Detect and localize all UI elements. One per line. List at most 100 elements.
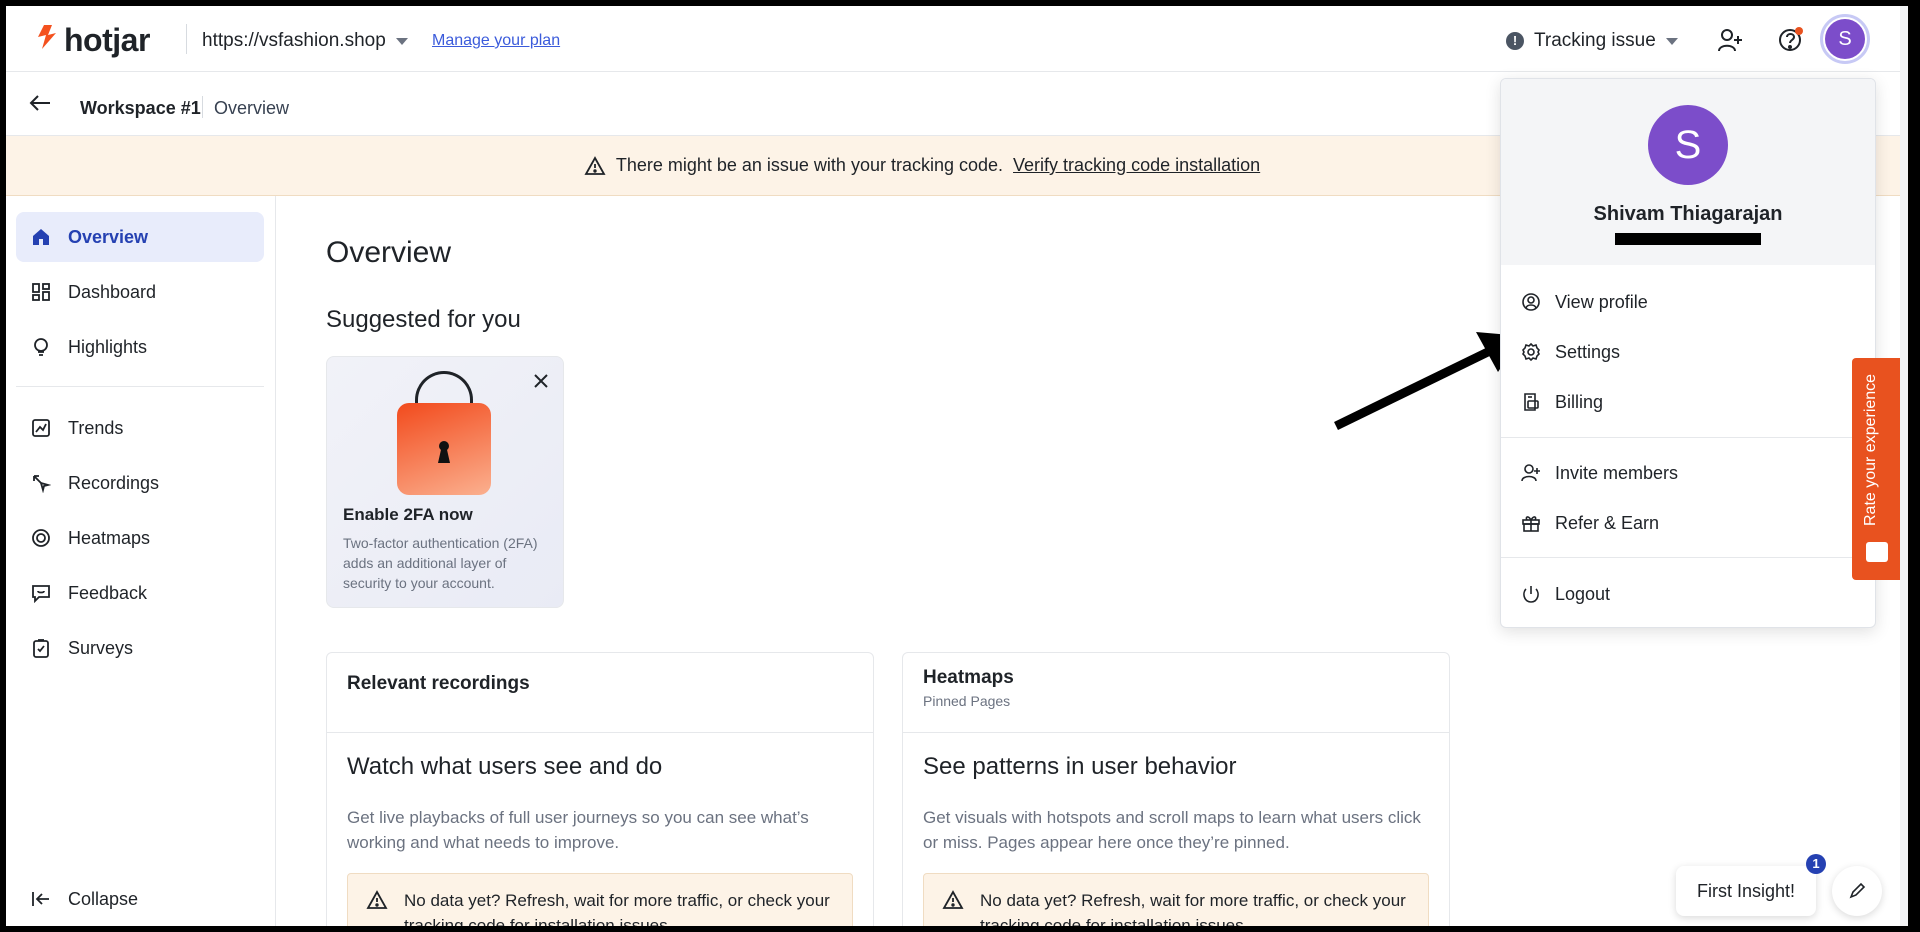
profile-menu: S Shivam Thiagarajan View profile Settin… <box>1500 78 1876 628</box>
warning-triangle-icon <box>584 155 606 175</box>
app-window: hotjar https://vsfashion.shop Manage you… <box>6 6 1908 926</box>
main-content: Overview Suggested for you Enable 2FA no… <box>276 196 1506 926</box>
collapse-button[interactable]: Collapse <box>16 874 264 924</box>
rate-experience-tab[interactable]: Rate your experience <box>1852 358 1900 580</box>
header-divider <box>186 24 187 54</box>
site-selector[interactable]: https://vsfashion.shop <box>202 30 408 52</box>
panel-title: Heatmaps <box>923 667 1014 688</box>
sidebar-item-dashboard[interactable]: Dashboard <box>16 267 264 317</box>
warning-triangle-icon <box>366 890 388 917</box>
annotation-arrow <box>1334 332 1522 431</box>
sidebar-item-trends[interactable]: Trends <box>16 403 264 453</box>
no-data-alert: No data yet? Refresh, wait for more traf… <box>347 873 853 926</box>
chevron-down-icon <box>395 37 408 45</box>
menu-item-logout[interactable]: Logout <box>1521 579 1610 609</box>
warning-triangle-icon <box>942 890 964 917</box>
tracking-status: Tracking issue <box>1534 30 1656 51</box>
sidebar-item-recordings[interactable]: Recordings <box>16 458 264 508</box>
menu-item-label: Invite members <box>1555 462 1679 483</box>
back-arrow-icon[interactable] <box>28 92 52 120</box>
enable-2fa-card[interactable]: Enable 2FA now Two-factor authentication… <box>326 356 564 608</box>
no-data-alert: No data yet? Refresh, wait for more traf… <box>923 873 1429 926</box>
sidebar-item-heatmaps[interactable]: Heatmaps <box>16 513 264 563</box>
tracking-issue-dropdown[interactable]: ! Tracking issue <box>1506 30 1678 52</box>
menu-item-refer-earn[interactable]: Refer & Earn <box>1521 508 1659 538</box>
page-title: Overview <box>326 236 452 269</box>
hotjar-logo[interactable]: hotjar <box>36 22 150 59</box>
banner-message: There might be an issue with your tracki… <box>615 155 1004 175</box>
alert-circle-icon: ! <box>1506 32 1524 50</box>
logo-text: hotjar <box>64 22 150 58</box>
surveys-icon <box>30 637 52 659</box>
invite-user-button[interactable] <box>1716 26 1744 54</box>
first-insight-button[interactable]: First Insight! <box>1676 866 1816 916</box>
panel-title: Relevant recordings <box>347 673 530 694</box>
panel-headline: Watch what users see and do <box>347 753 663 780</box>
sidebar-item-label: Heatmaps <box>68 527 151 548</box>
sidebar-item-highlights[interactable]: Highlights <box>16 322 264 372</box>
collapse-icon <box>30 888 52 910</box>
home-icon <box>30 226 52 248</box>
profile-name: Shivam Thiagarajan <box>1593 203 1783 225</box>
menu-item-view-profile[interactable]: View profile <box>1521 287 1648 317</box>
sidebar-item-label: Trends <box>68 417 124 438</box>
edit-button[interactable] <box>1832 866 1882 916</box>
sidebar-item-label: Recordings <box>68 472 160 493</box>
top-bar: hotjar https://vsfashion.shop Manage you… <box>6 6 1908 72</box>
sidebar: Overview Dashboard Highlights Trends Rec… <box>6 196 276 926</box>
profile-avatar-button[interactable]: S <box>1820 14 1870 64</box>
gear-icon <box>1522 342 1540 362</box>
sidebar-item-surveys[interactable]: Surveys <box>16 623 264 673</box>
lightbulb-icon <box>30 336 52 358</box>
avatar-initial: S <box>1825 19 1865 59</box>
notification-badge: 1 <box>1806 854 1826 874</box>
sidebar-item-label: Highlights <box>68 336 148 357</box>
gift-icon <box>1522 516 1540 532</box>
breadcrumb-page: Overview <box>214 98 290 118</box>
first-insight-label: First Insight! <box>1696 880 1796 901</box>
redacted-email <box>1615 233 1761 245</box>
invite-user-icon <box>1521 464 1540 482</box>
chevron-down-icon <box>1665 37 1678 45</box>
panel-text: Get live playbacks of full user journeys… <box>347 808 809 852</box>
menu-item-label: Refer & Earn <box>1555 512 1660 533</box>
hotjar-flame-icon <box>36 23 58 59</box>
dashboard-icon <box>30 281 52 303</box>
feedback-icon <box>30 582 52 604</box>
sidebar-item-label: Overview <box>68 226 149 247</box>
pencil-icon <box>1849 882 1866 899</box>
panel-subtitle: Pinned Pages <box>923 693 1011 709</box>
alert-text: No data yet? Refresh, wait for more traf… <box>404 891 830 926</box>
site-url: https://vsfashion.shop <box>202 30 386 51</box>
menu-item-label: Billing <box>1555 391 1604 412</box>
menu-item-label: Settings <box>1555 341 1621 362</box>
menu-item-invite-members[interactable]: Invite members <box>1521 458 1678 488</box>
menu-item-settings[interactable]: Settings <box>1521 337 1620 367</box>
profile-header: S Shivam Thiagarajan <box>1501 79 1875 265</box>
panel-text: Get visuals with hotspots and scroll map… <box>923 808 1421 852</box>
billing-icon <box>1524 393 1539 411</box>
recordings-icon <box>30 472 52 494</box>
menu-item-billing[interactable]: Billing <box>1521 387 1603 417</box>
rate-experience-label: Rate your experience <box>1862 373 1879 527</box>
scrollbar[interactable] <box>1900 6 1908 926</box>
relevant-recordings-panel: Relevant recordings Watch what users see… <box>326 652 874 926</box>
panel-headline: See patterns in user behavior <box>923 753 1237 780</box>
heatmaps-panel: Heatmaps Pinned Pages See patterns in us… <box>902 652 1450 926</box>
help-icon <box>1779 27 1803 51</box>
breadcrumb-divider <box>202 96 203 118</box>
avatar: S <box>1648 105 1728 185</box>
add-user-icon <box>1718 29 1742 52</box>
breadcrumb-workspace[interactable]: Workspace #1 <box>80 98 201 119</box>
help-button[interactable] <box>1776 26 1804 54</box>
verify-tracking-link[interactable]: Verify tracking code installation <box>1013 155 1260 176</box>
menu-divider <box>1501 557 1875 558</box>
card-description: Two-factor authentication (2FA) adds an … <box>343 535 538 591</box>
menu-item-label: View profile <box>1555 291 1648 312</box>
sidebar-item-feedback[interactable]: Feedback <box>16 568 264 618</box>
sidebar-item-label: Surveys <box>68 637 134 658</box>
sidebar-item-overview[interactable]: Overview <box>16 212 264 262</box>
manage-plan-link[interactable]: Manage your plan <box>432 32 560 50</box>
close-icon[interactable] <box>533 369 549 395</box>
sidebar-divider <box>16 386 264 387</box>
